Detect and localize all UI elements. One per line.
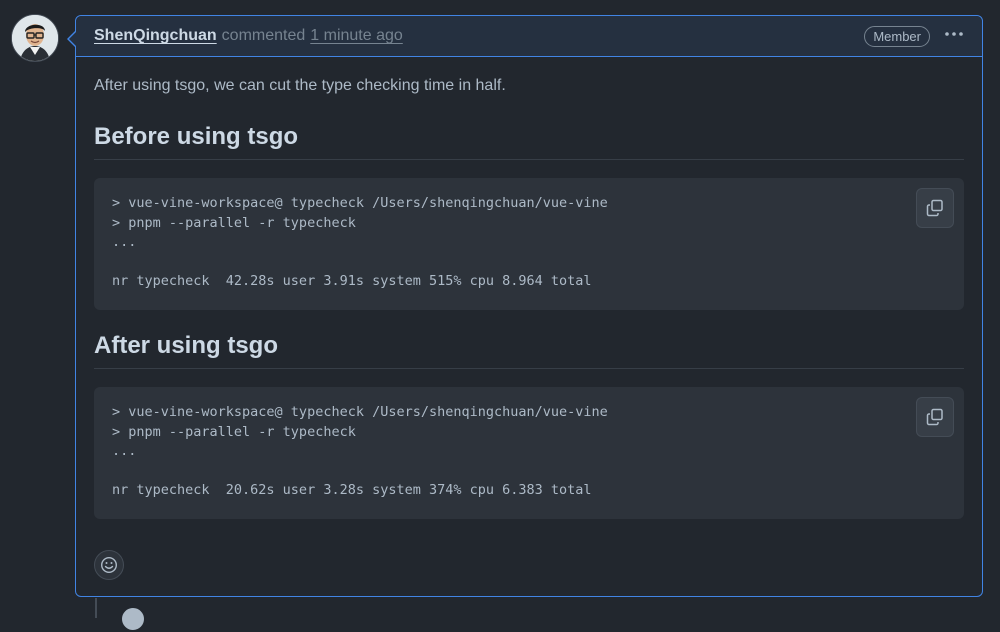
kebab-horizontal-icon[interactable] bbox=[944, 26, 964, 47]
comment-header: ShenQingchuan commented 1 minute ago Mem… bbox=[76, 16, 982, 57]
timeline-line bbox=[95, 598, 97, 618]
code-content-before[interactable]: > vue-vine-workspace@ typecheck /Users/s… bbox=[112, 194, 946, 292]
code-block-before: > vue-vine-workspace@ typecheck /Users/s… bbox=[94, 178, 964, 310]
section-heading-after: After using tsgo bbox=[94, 332, 964, 369]
avatar-image bbox=[12, 15, 58, 61]
add-reaction-button[interactable] bbox=[94, 550, 124, 580]
smiley-icon bbox=[100, 556, 118, 574]
section-heading-before: Before using tsgo bbox=[94, 123, 964, 160]
member-badge: Member bbox=[864, 25, 930, 47]
comment-action-text: commented bbox=[221, 27, 306, 44]
timeline-next-avatar bbox=[120, 606, 146, 632]
code-block-after: > vue-vine-workspace@ typecheck /Users/s… bbox=[94, 387, 964, 519]
author-link[interactable]: ShenQingchuan bbox=[94, 27, 217, 45]
copy-icon bbox=[926, 408, 943, 426]
comment-timestamp-link[interactable]: 1 minute ago bbox=[310, 27, 403, 45]
copy-button[interactable] bbox=[916, 397, 954, 437]
comment-card: ShenQingchuan commented 1 minute ago Mem… bbox=[67, 15, 983, 597]
code-content-after[interactable]: > vue-vine-workspace@ typecheck /Users/s… bbox=[112, 403, 946, 501]
copy-button[interactable] bbox=[916, 188, 954, 228]
author-avatar[interactable] bbox=[11, 14, 59, 62]
intro-paragraph: After using tsgo, we can cut the type ch… bbox=[94, 77, 506, 94]
comment-body: After using tsgo, we can cut the type ch… bbox=[76, 57, 982, 519]
copy-icon bbox=[926, 199, 943, 217]
